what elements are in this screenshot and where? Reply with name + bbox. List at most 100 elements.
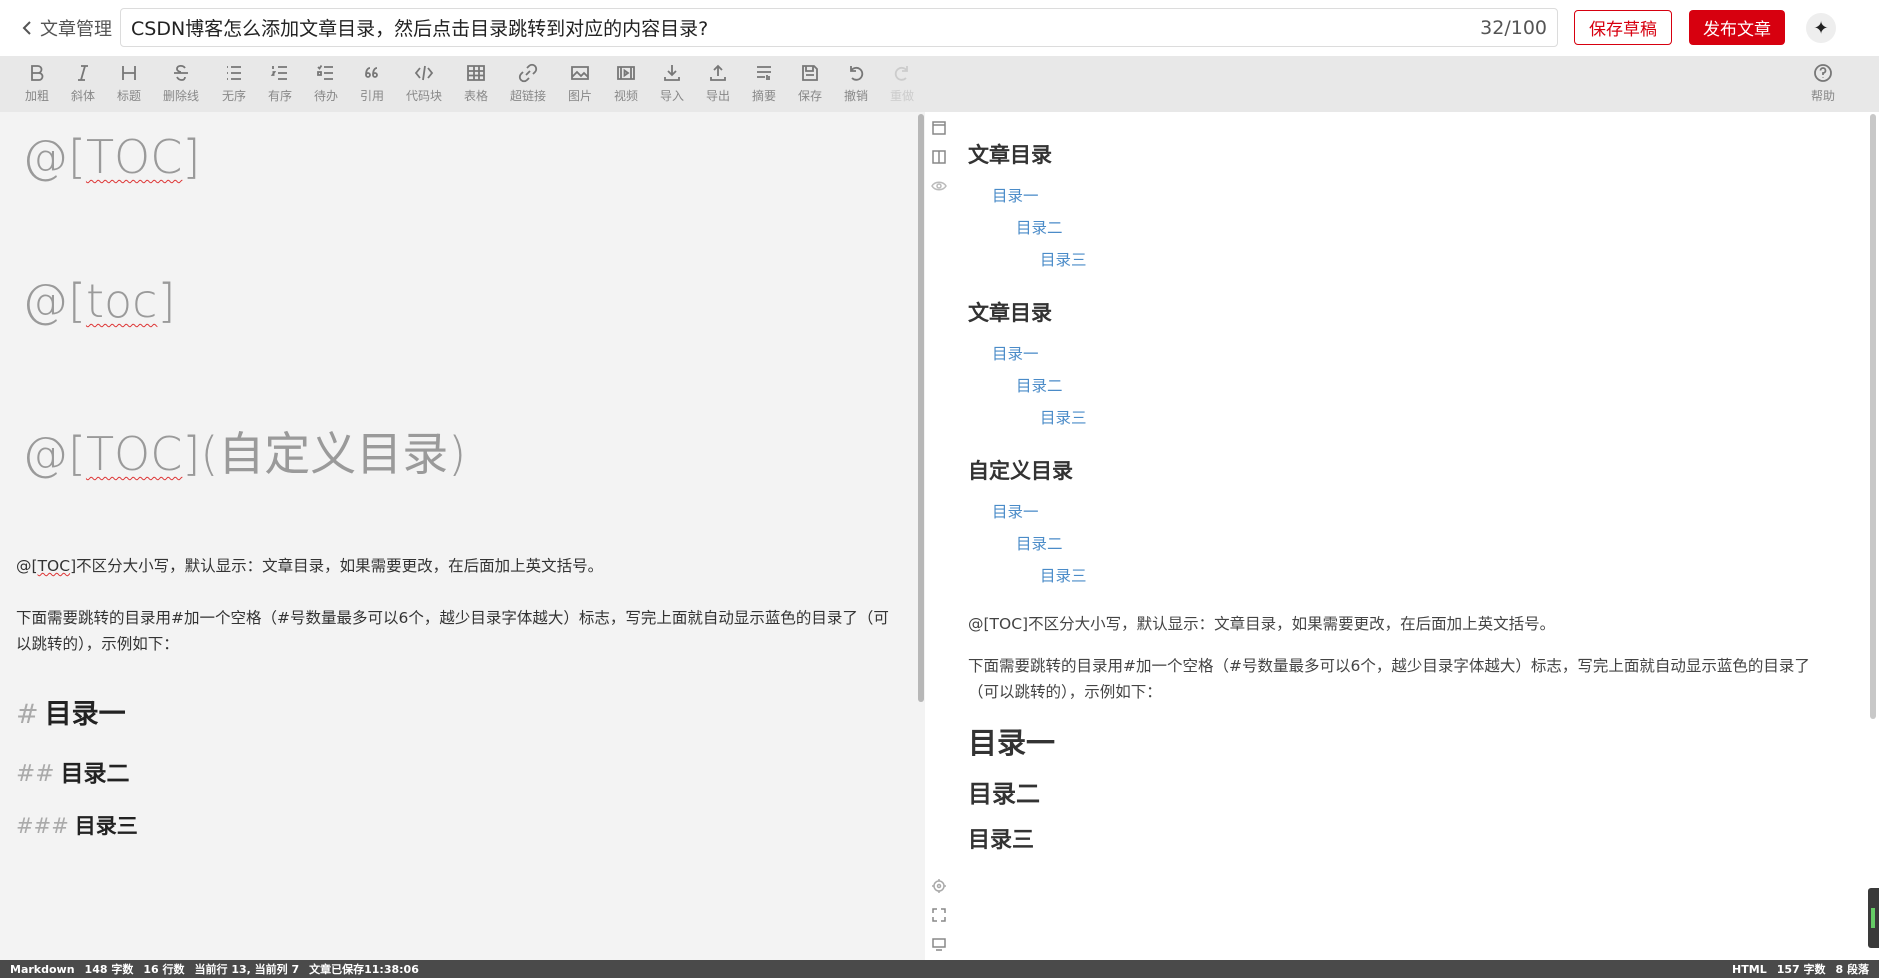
toc-link-1-3[interactable]: 目录三 <box>1040 248 1087 270</box>
image-icon <box>569 61 591 85</box>
tool-label: 摘要 <box>751 89 776 103</box>
layout-split-icon[interactable] <box>931 149 947 165</box>
tool-import[interactable]: 导入 <box>649 61 695 109</box>
toc-link-3-3[interactable]: 目录三 <box>1040 564 1087 586</box>
save-draft-button[interactable]: 保存草稿 <box>1574 10 1672 45</box>
tool-table[interactable]: 表格 <box>453 61 499 109</box>
tool-image[interactable]: 图片 <box>557 61 603 109</box>
tool-italic[interactable]: 斜体 <box>60 61 106 109</box>
editor-heading-2: ## 目录二 <box>16 761 130 787</box>
tool-bold[interactable]: 加粗 <box>14 61 60 109</box>
todo-list-icon <box>315 61 337 85</box>
editor-line-toc-1: @[TOC] <box>22 130 201 184</box>
undo-icon <box>845 61 867 85</box>
editor-heading-1: # 目录一 <box>16 699 126 730</box>
tool-heading[interactable]: 标题 <box>106 61 152 109</box>
tool-unordered-list[interactable]: 无序 <box>211 61 257 109</box>
tool-video[interactable]: 视频 <box>603 61 649 109</box>
editor-heading-3: ### 目录三 <box>16 814 138 838</box>
redo-icon <box>891 61 913 85</box>
toc-link-1-2[interactable]: 目录二 <box>1016 216 1063 238</box>
avatar[interactable]: ✦ <box>1806 13 1836 43</box>
unordered-list-icon <box>223 61 245 85</box>
toc-link-3-2[interactable]: 目录二 <box>1016 532 1063 554</box>
editor-scrollbar-thumb[interactable] <box>918 114 924 702</box>
preview-toc-title-1: 文章目录 <box>968 143 1052 167</box>
tool-export[interactable]: 导出 <box>695 61 741 109</box>
tool-label: 引用 <box>359 89 384 103</box>
editor-line-toc-2: @[toc] <box>22 274 176 328</box>
preview-heading-3: 目录三 <box>968 828 1035 853</box>
summary-icon <box>753 61 775 85</box>
tool-quote[interactable]: 引用 <box>349 61 395 109</box>
tool-label: 标题 <box>116 89 141 103</box>
tool-label: 代码块 <box>405 89 442 103</box>
chevron-left-icon <box>22 21 31 35</box>
editor-paragraph-2: 下面需要跳转的目录用#加一个空格（#号数量最多可以6个，越少目录字体越大）标志，… <box>16 609 889 653</box>
preview-paragraph-1: @[TOC]不区分大小写，默认显示：文章目录，如果需要更改，在后面加上英文括号。 <box>968 615 1556 633</box>
tool-summary[interactable]: 摘要 <box>741 61 787 109</box>
avatar-glyph: ✦ <box>1813 17 1829 39</box>
tool-link[interactable]: 超链接 <box>505 61 551 109</box>
toc-link-2-1[interactable]: 目录一 <box>992 342 1039 364</box>
preview-pane <box>925 112 1879 960</box>
save-icon <box>799 61 821 85</box>
toc-link-2-2[interactable]: 目录二 <box>1016 374 1063 396</box>
article-title-box[interactable]: 32/100 <box>120 8 1558 47</box>
tool-label: 视频 <box>613 89 638 103</box>
tool-label: 导入 <box>659 89 684 103</box>
status-paragraph-count: 8 段落 <box>1835 963 1869 976</box>
tool-label: 撤销 <box>843 89 868 103</box>
article-title-input[interactable] <box>121 9 1481 46</box>
preview-heading-1: 目录一 <box>968 726 1056 760</box>
tool-label: 删除线 <box>162 89 199 103</box>
tool-label: 无序 <box>221 89 246 103</box>
table-icon <box>465 61 487 85</box>
quote-icon <box>361 61 383 85</box>
layout-editor-only-icon[interactable] <box>931 120 947 136</box>
screen-mode-icon[interactable] <box>931 936 947 952</box>
toc-link-3-1[interactable]: 目录一 <box>992 500 1039 522</box>
editor-line-toc-3: @[TOC](自定义目录) <box>22 427 467 481</box>
fullscreen-icon[interactable] <box>931 907 947 923</box>
top-bar: 文章管理 32/100 保存草稿 发布文章 ✦ <box>0 0 1879 56</box>
editor-paragraph-1: @[TOC]不区分大小写，默认显示：文章目录，如果需要更改，在后面加上英文括号。 <box>16 557 604 575</box>
preview-side-icons-bottom <box>930 878 948 965</box>
status-bar: Markdown 148 字数 16 行数 当前行 13, 当前列 7 文章已保… <box>0 960 1879 978</box>
title-char-count: 32/100 <box>1480 16 1547 39</box>
eye-preview-icon[interactable] <box>931 178 947 194</box>
locate-icon[interactable] <box>931 878 947 894</box>
tool-label: 导出 <box>705 89 730 103</box>
italic-icon <box>72 61 94 85</box>
floating-side-widget[interactable] <box>1868 888 1879 948</box>
preview-scrollbar-thumb[interactable] <box>1870 114 1876 719</box>
ordered-list-icon <box>269 61 291 85</box>
tool-code-block[interactable]: 代码块 <box>401 61 447 109</box>
status-html-char-count: 157 字数 <box>1776 963 1826 976</box>
status-mode: Markdown <box>10 962 75 976</box>
editor-toolbar: 加粗 斜体 标题 删除线 无序 有序 待办 引用 代码块 表格 超链接 图片 视… <box>0 56 1879 112</box>
tool-save[interactable]: 保存 <box>787 61 833 109</box>
back-label: 文章管理 <box>40 19 112 40</box>
publish-article-button[interactable]: 发布文章 <box>1689 10 1785 45</box>
import-icon <box>661 61 683 85</box>
tool-label: 图片 <box>567 89 592 103</box>
tool-redo[interactable]: 重做 <box>879 61 925 109</box>
tool-ordered-list[interactable]: 有序 <box>257 61 303 109</box>
status-left: Markdown 148 字数 16 行数 当前行 13, 当前列 7 文章已保… <box>10 960 419 978</box>
link-icon <box>517 61 539 85</box>
help-icon <box>1812 61 1834 85</box>
status-right: HTML 157 字数 8 段落 <box>1732 960 1869 978</box>
status-line-count: 16 行数 <box>143 963 185 976</box>
toc-link-1-1[interactable]: 目录一 <box>992 184 1039 206</box>
tool-label: 斜体 <box>70 89 95 103</box>
status-char-count: 148 字数 <box>84 963 134 976</box>
tool-help[interactable]: 帮助 <box>1800 61 1846 109</box>
tool-undo[interactable]: 撤销 <box>833 61 879 109</box>
back-to-article-management[interactable]: 文章管理 <box>20 15 112 41</box>
tool-todo[interactable]: 待办 <box>303 61 349 109</box>
video-icon <box>615 61 637 85</box>
tool-strikethrough[interactable]: 删除线 <box>158 61 204 109</box>
toc-link-2-3[interactable]: 目录三 <box>1040 406 1087 428</box>
preview-toc-title-3: 自定义目录 <box>968 459 1073 483</box>
